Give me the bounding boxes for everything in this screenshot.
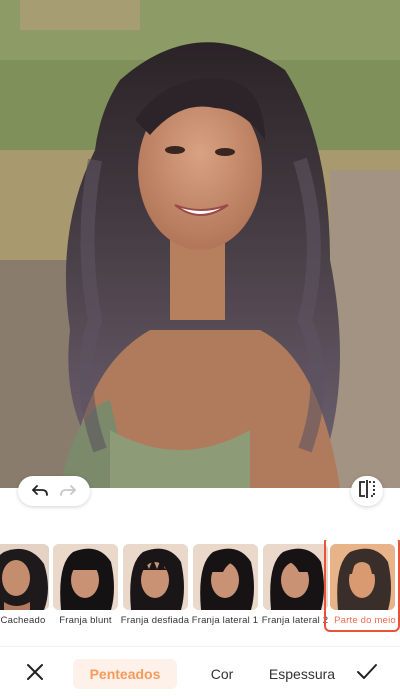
redo-icon[interactable] — [57, 480, 79, 502]
close-icon — [26, 663, 44, 686]
compare-button[interactable] — [351, 476, 383, 506]
style-label-middle-part: Parte do meio — [334, 615, 396, 626]
tab-color[interactable]: Cor — [200, 659, 244, 689]
style-thumb-side1[interactable] — [193, 544, 258, 610]
undo-icon[interactable] — [29, 480, 51, 502]
style-thumb-middle-part[interactable] — [330, 544, 395, 610]
close-button[interactable] — [22, 661, 48, 687]
edited-photo — [0, 0, 400, 488]
hairstyle-carousel[interactable]: Cacheado Franja blunt Franja desfiada Fr… — [0, 540, 400, 632]
bottom-toolbar: Penteados Cor Espessura — [0, 646, 400, 700]
compare-icon — [357, 479, 377, 503]
style-thumbnail-image — [263, 544, 328, 610]
style-thumb-blunt[interactable] — [53, 544, 118, 610]
checkmark-icon — [356, 663, 378, 686]
style-label-curly: Cacheado — [0, 615, 46, 626]
style-thumb-side2[interactable] — [263, 544, 328, 610]
style-thumb-wispy[interactable] — [123, 544, 188, 610]
portrait-image — [0, 0, 400, 488]
style-thumbnail-image — [0, 544, 49, 610]
style-thumbnail-image — [123, 544, 188, 610]
style-thumbnail-image — [53, 544, 118, 610]
style-label-side1: Franja lateral 1 — [191, 615, 259, 626]
style-label-wispy: Franja desfiada — [120, 615, 190, 626]
style-thumbnail-image — [330, 544, 395, 610]
confirm-button[interactable] — [354, 661, 380, 687]
tab-hairstyles[interactable]: Penteados — [73, 659, 177, 689]
style-label-blunt: Franja blunt — [59, 615, 112, 626]
style-thumb-curly[interactable] — [0, 544, 49, 610]
style-label-side2: Franja lateral 2 — [261, 615, 329, 626]
tab-thickness[interactable]: Espessura — [262, 659, 342, 689]
style-thumbnail-image — [193, 544, 258, 610]
undo-redo-group — [18, 476, 90, 506]
